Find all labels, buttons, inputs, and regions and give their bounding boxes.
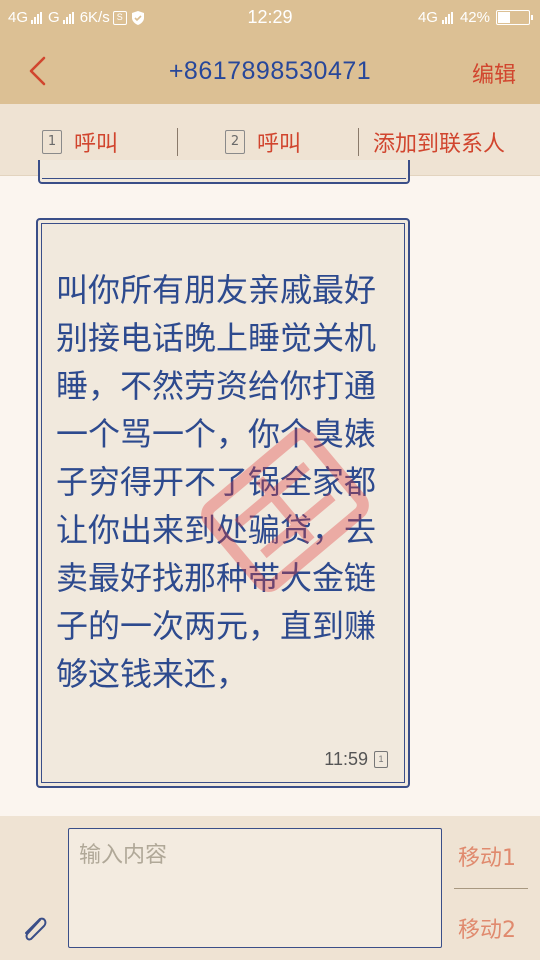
message-input-placeholder: 输入内容 bbox=[79, 843, 168, 868]
status-bar: 4G G 6K/s S 12:29 4G 42% bbox=[0, 0, 540, 38]
sim1-icon: 1 bbox=[42, 130, 62, 154]
sim2-icon: 2 bbox=[225, 130, 245, 154]
move-divider bbox=[454, 888, 528, 889]
move2-button[interactable]: 移动2 bbox=[458, 912, 516, 944]
battery-icon bbox=[496, 10, 533, 25]
previous-message-bubble[interactable] bbox=[38, 160, 410, 184]
message-input[interactable]: 输入内容 bbox=[68, 828, 442, 948]
edit-button[interactable]: 编辑 bbox=[472, 57, 516, 89]
message-time: 11:59 bbox=[324, 749, 368, 769]
paperclip-icon[interactable] bbox=[18, 912, 50, 946]
call-sim1-button[interactable]: 1 呼叫 bbox=[42, 126, 118, 158]
action-divider-1 bbox=[177, 128, 178, 156]
signal-icon-3 bbox=[441, 11, 453, 24]
composer-area: 输入内容 移动1 移动2 bbox=[0, 816, 540, 960]
call-sim2-button[interactable]: 2 呼叫 bbox=[225, 126, 301, 158]
call-sim2-label: 呼叫 bbox=[257, 132, 302, 157]
add-to-contacts-button[interactable]: 添加到联系人 bbox=[373, 126, 505, 158]
contact-phone-number: +8617898530471 bbox=[168, 57, 372, 85]
battery-percent: 42% bbox=[459, 9, 490, 26]
message-sim-icon: 1 bbox=[374, 751, 388, 768]
network-type-3: 4G bbox=[417, 9, 438, 26]
status-right: 4G 42% bbox=[417, 9, 533, 26]
add-to-contacts-label: 添加到联系人 bbox=[373, 132, 506, 157]
move1-button[interactable]: 移动1 bbox=[458, 840, 516, 872]
conversation-header: +8617898530471 编辑 bbox=[0, 38, 540, 104]
message-meta: 11:59 1 bbox=[324, 749, 388, 770]
action-divider-2 bbox=[358, 128, 359, 156]
call-sim1-label: 呼叫 bbox=[74, 132, 119, 157]
